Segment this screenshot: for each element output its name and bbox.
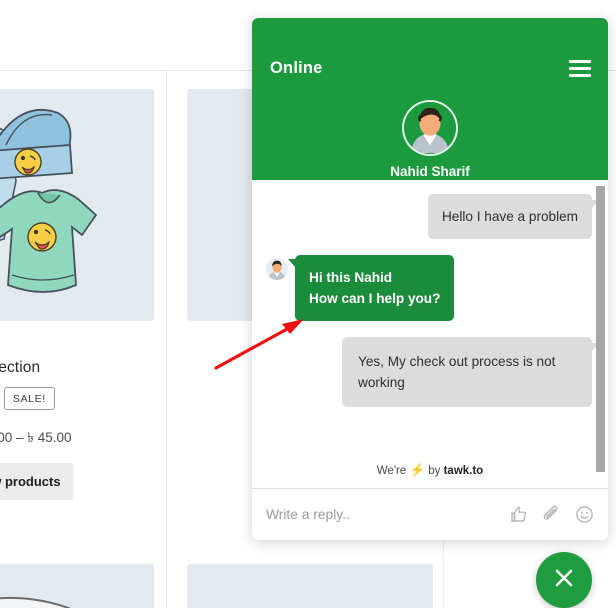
chat-status-label: Online <box>270 59 323 77</box>
branding-brand[interactable]: tawk.to <box>444 465 484 477</box>
thumbs-up-icon[interactable] <box>509 505 528 524</box>
emoji-icon[interactable] <box>575 505 594 524</box>
chat-composer <box>252 488 608 540</box>
agent-green-bubble: Hi this Nahid How can I help you? <box>287 255 455 321</box>
lightning-bolt-icon: ⚡ <box>409 463 426 477</box>
branding-middle: by <box>428 465 441 477</box>
chat-message: Hello I have a problem <box>266 194 600 239</box>
sale-badge: SALE! <box>4 387 55 410</box>
product-placeholder[interactable] <box>0 564 154 608</box>
close-x-icon <box>551 565 577 596</box>
branding-prefix: We're <box>376 465 407 477</box>
agent-avatar <box>402 100 458 156</box>
tawkto-chat-widget: Online Nahid Sharif Hello I have a probl… <box>252 18 608 540</box>
product-price: 3.00 – ৳ 45.00 <box>0 430 72 445</box>
chat-header: Online Nahid Sharif <box>252 18 608 180</box>
screen: o Collection SALE! 3.00 – ৳ 45.00 ew pro… <box>0 0 616 608</box>
beanie-and-tshirt-illustration[interactable] <box>0 89 154 321</box>
agent-message-line-2: How can I help you? <box>309 291 441 306</box>
product-placeholder[interactable] <box>187 564 433 608</box>
view-products-button[interactable]: ew products <box>0 463 73 500</box>
visitor-message-bubble: Yes, My check out process is not working <box>342 337 599 407</box>
chat-scrollbar[interactable] <box>596 186 605 472</box>
product-title[interactable]: o Collection <box>0 359 40 377</box>
paperclip-icon[interactable] <box>542 505 561 524</box>
tawkto-branding[interactable]: We're ⚡ by tawk.to <box>252 463 608 478</box>
chat-message: Hi this Nahid How can I help you? <box>266 255 592 321</box>
close-chat-button[interactable] <box>536 552 592 608</box>
chat-message: Yes, My check out process is not working <box>266 337 599 407</box>
chat-scrollbar-thumb[interactable] <box>596 186 605 472</box>
agent-small-avatar <box>266 258 288 280</box>
reply-input[interactable] <box>266 507 509 522</box>
visitor-message-bubble: Hello I have a problem <box>427 194 600 239</box>
chat-message-list[interactable]: Hello I have a problem Hi this Nahid How… <box>252 180 608 488</box>
agent-name: Nahid Sharif <box>390 164 470 179</box>
agent-block: Nahid Sharif <box>252 100 608 179</box>
agent-message-line-1: Hi this Nahid <box>309 270 393 285</box>
composer-icons <box>509 505 594 524</box>
grid-divider-1 <box>166 71 167 608</box>
hamburger-icon[interactable] <box>569 60 591 77</box>
